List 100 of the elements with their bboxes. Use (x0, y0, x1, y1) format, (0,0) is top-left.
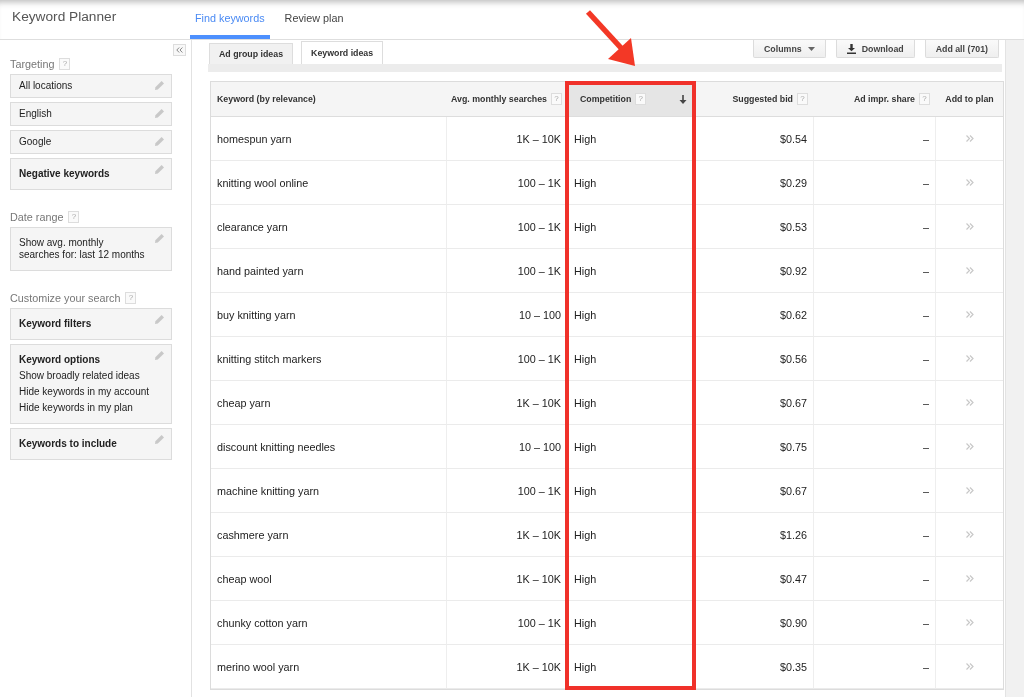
table-cell: – (814, 645, 936, 689)
table-cell: $0.67 (695, 381, 814, 425)
results-tab[interactable]: Keyword ideas (301, 41, 384, 64)
table-cell: High (568, 205, 695, 249)
table-cell: – (814, 161, 936, 205)
double-chevron-icon[interactable] (965, 223, 974, 230)
table-cell: $1.26 (695, 513, 814, 557)
column-header[interactable]: Suggested bid ? (695, 82, 814, 117)
table-cell: High (568, 337, 695, 381)
pencil-icon[interactable] (155, 315, 164, 324)
pencil-icon[interactable] (155, 81, 164, 90)
table-cell: High (568, 557, 695, 601)
double-chevron-icon[interactable] (965, 619, 974, 626)
column-header[interactable]: Avg. monthly searches ? (447, 82, 568, 117)
table-cell: knitting stitch markers (211, 337, 447, 381)
double-chevron-icon[interactable] (965, 135, 974, 142)
table-cell: hand painted yarn (211, 249, 447, 293)
table-cell: knitting wool online (211, 161, 447, 205)
table-cell: 1K – 10K (447, 381, 568, 425)
pencil-icon[interactable] (155, 435, 164, 444)
card-label: Keywords to include (19, 437, 117, 451)
table-cell: – (814, 469, 936, 513)
double-chevron-icon[interactable] (965, 179, 974, 186)
table-cell: High (568, 249, 695, 293)
table-cell: $0.35 (695, 645, 814, 689)
card-label: Google (19, 135, 52, 149)
section-title: Targeting (10, 58, 55, 70)
down-arrow-icon[interactable] (679, 94, 687, 104)
results-tab[interactable]: Ad group ideas (209, 43, 294, 64)
table-cell: 1K – 10K (447, 513, 568, 557)
pencil-icon[interactable] (155, 351, 164, 360)
table-cell: 1K – 10K (447, 117, 568, 161)
table-cell: 100 – 1K (447, 337, 568, 381)
double-chevron-icon[interactable] (965, 531, 974, 538)
section-title: Customize your search (10, 292, 121, 304)
collapse-button[interactable] (173, 44, 186, 56)
table-cell: High (568, 645, 695, 689)
double-chevron-icon[interactable] (965, 663, 974, 670)
table-cell: High (568, 601, 695, 645)
columns-button[interactable]: Columns (753, 40, 826, 58)
app-title: Keyword Planner (12, 9, 117, 25)
table-cell: 100 – 1K (447, 205, 568, 249)
table-cell: merino wool yarn (211, 645, 447, 689)
table-cell: 1K – 10K (447, 645, 568, 689)
double-chevron-icon[interactable] (965, 355, 974, 362)
table-cell: $0.54 (695, 117, 814, 161)
table-cell: $0.56 (695, 337, 814, 381)
option-text: Hide keywords in my account (19, 385, 150, 399)
pencil-icon[interactable] (155, 109, 164, 118)
table-cell: $0.53 (695, 205, 814, 249)
pointer-arrow (585, 11, 637, 67)
pencil-icon[interactable] (155, 137, 164, 146)
table-cell: 10 – 100 (447, 293, 568, 337)
table-cell: – (814, 601, 936, 645)
table-cell: cashmere yarn (211, 513, 447, 557)
add-all-button[interactable]: Add all (701) (924, 40, 999, 58)
table-cell: $0.67 (695, 469, 814, 513)
table-cell: 100 – 1K (447, 469, 568, 513)
double-chevron-icon[interactable] (965, 443, 974, 450)
card-label: Show avg. monthly searches for: last 12 months (19, 237, 145, 261)
table-cell: High (568, 293, 695, 337)
table-cell: $0.90 (695, 601, 814, 645)
table-cell: homespun yarn (211, 117, 447, 161)
table-cell: High (568, 425, 695, 469)
download-icon (846, 43, 856, 54)
pencil-icon[interactable] (155, 165, 164, 174)
table-cell: 1K – 10K (447, 557, 568, 601)
double-chevron-icon[interactable] (965, 575, 974, 582)
double-chevron-left-icon (176, 47, 183, 53)
table-cell: $0.62 (695, 293, 814, 337)
table-cell: High (568, 381, 695, 425)
download-button[interactable]: Download (835, 40, 915, 58)
table-cell: High (568, 469, 695, 513)
table-cell: – (814, 425, 936, 469)
column-header[interactable]: Ad impr. share ? (814, 82, 936, 117)
option-text: Show broadly related ideas (19, 369, 140, 383)
table-cell: High (568, 513, 695, 557)
table-cell: – (814, 557, 936, 601)
table-cell: – (814, 513, 936, 557)
double-chevron-icon[interactable] (965, 311, 974, 318)
card-label: Negative keywords (19, 167, 110, 181)
double-chevron-icon[interactable] (965, 399, 974, 406)
column-header[interactable]: Add to plan (936, 82, 1003, 117)
card-label: English (19, 107, 52, 121)
table-cell: buy knitting yarn (211, 293, 447, 337)
column-header[interactable]: Keyword (by relevance) (211, 82, 447, 117)
table-cell: discount knitting needles (211, 425, 447, 469)
table-cell: $0.75 (695, 425, 814, 469)
table-cell: – (814, 381, 936, 425)
double-chevron-icon[interactable] (965, 487, 974, 494)
table-cell: 100 – 1K (447, 601, 568, 645)
table-cell: – (814, 249, 936, 293)
nav-tab[interactable]: Review plan (279, 0, 349, 39)
table-cell: 100 – 1K (447, 161, 568, 205)
table-cell: cheap yarn (211, 381, 447, 425)
section-title: Date range (10, 211, 64, 223)
double-chevron-icon[interactable] (965, 267, 974, 274)
card-label: Keyword filters (19, 317, 92, 331)
table-cell: $0.47 (695, 557, 814, 601)
pencil-icon[interactable] (155, 234, 164, 243)
